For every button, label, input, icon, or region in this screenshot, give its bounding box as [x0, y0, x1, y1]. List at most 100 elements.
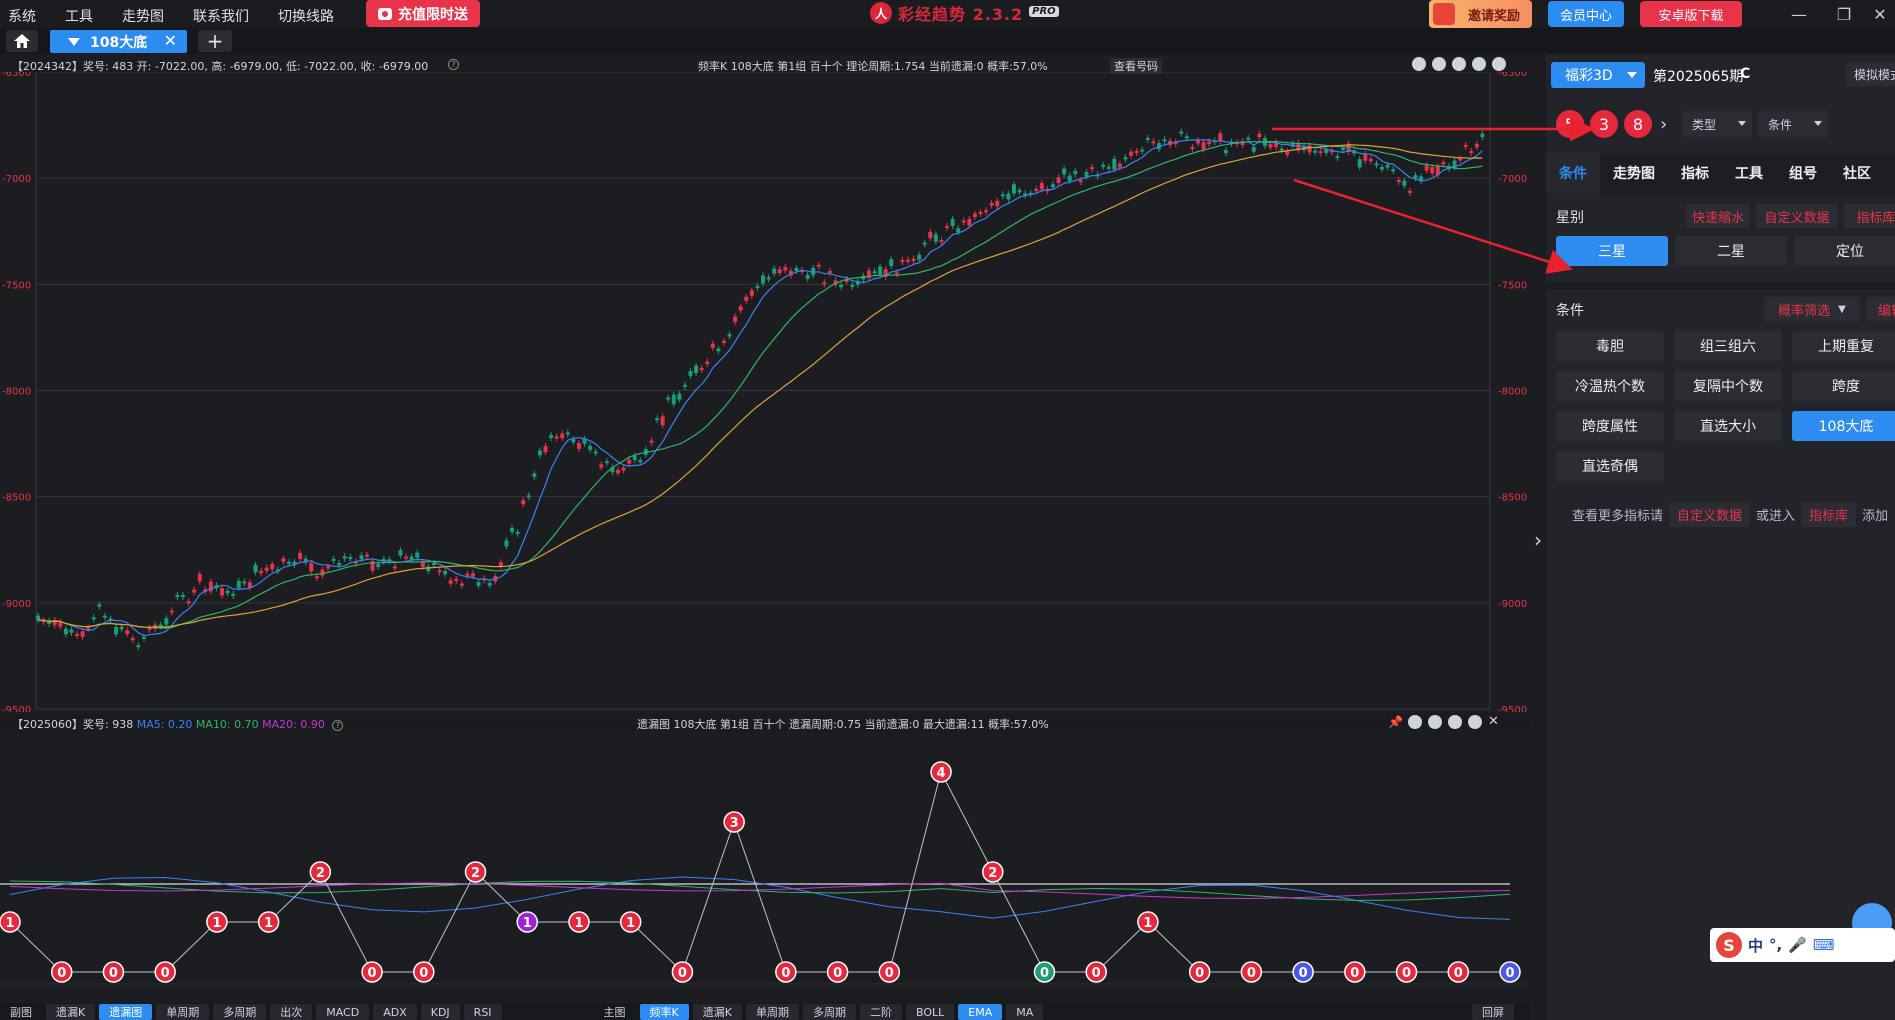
lottery-select[interactable]: 福彩3D [1551, 62, 1645, 88]
up-icon[interactable] [1452, 57, 1466, 71]
sim-mode-button[interactable]: 模拟模式 [1846, 62, 1895, 86]
invite-button[interactable]: 邀请奖励 [1429, 0, 1532, 28]
menu-tools[interactable]: 工具 [63, 4, 106, 26]
cond-option[interactable]: 直选大小 [1674, 411, 1782, 441]
pin-icon[interactable]: 📌 [1388, 715, 1403, 729]
android-download-button[interactable]: 安卓版下载 [1640, 1, 1742, 27]
bottom-tab-macd[interactable]: MACD [316, 1003, 370, 1020]
tab-condition[interactable]: 条件 [1546, 154, 1600, 194]
cond-option[interactable]: 直选奇偶 [1556, 451, 1664, 481]
bottom-tab-sub[interactable]: 副图 [0, 1004, 42, 1020]
lottery-label: 福彩3D [1565, 68, 1613, 84]
miss-point-label: 3 [730, 816, 739, 831]
star-position-button[interactable]: 定位 [1794, 236, 1895, 266]
menu-contact[interactable]: 联系我们 [191, 4, 262, 26]
tab-indicator[interactable]: 指标 [1668, 154, 1722, 194]
bottom-tab-miss-k-main[interactable]: 遗漏K [692, 1003, 742, 1020]
indicator-lib-link[interactable]: 指标库 [1844, 204, 1895, 228]
bottom-tab-miss-k[interactable]: 遗漏K [46, 1003, 96, 1020]
cond-option[interactable]: 跨度属性 [1556, 411, 1664, 441]
help-icon[interactable]: ? [332, 719, 344, 731]
bottom-tab-kdj[interactable]: KDJ [420, 1003, 460, 1020]
compass-icon[interactable] [1412, 57, 1426, 71]
close-tab-icon[interactable]: ✕ [164, 31, 177, 50]
quick-shrink-link[interactable]: 快速缩水 [1686, 204, 1750, 228]
bottom-tab-rsi[interactable]: RSI [463, 1003, 502, 1020]
minimize-panel-icon[interactable] [1432, 57, 1446, 71]
candle-body [705, 361, 710, 365]
condition-select[interactable]: 条件 [1758, 111, 1828, 137]
cond-option-108[interactable]: 108大底 [1792, 411, 1895, 441]
bottom-tab-second[interactable]: 二阶 [859, 1003, 902, 1020]
tab-108[interactable]: 108大底 ✕ [50, 30, 187, 53]
cond-option[interactable]: 毒胆 [1556, 331, 1664, 361]
custom-data-link[interactable]: 自定义数据 [1756, 204, 1838, 228]
ime-toolbar[interactable]: S 中 °, 🎤 ⌨ [1710, 928, 1895, 962]
k-line-chart[interactable]: -6500 -6500 -7000 -7000 -7500 -7500 -8000 -8000… [0, 72, 1530, 712]
cond-option[interactable]: 跨度 [1792, 371, 1895, 401]
minimize-button[interactable]: — [1779, 2, 1819, 26]
collapse-panel-icon[interactable]: › [1530, 525, 1546, 555]
candle-body [749, 290, 754, 296]
candle-body [655, 418, 660, 421]
close-panel-icon[interactable]: ✕ [1488, 715, 1502, 729]
candle-body [677, 393, 682, 400]
bottom-tab-ma[interactable]: MA [1006, 1003, 1044, 1020]
miss-point-label: 0 [1505, 966, 1514, 981]
indicator-lib-link[interactable]: 指标库 [1801, 502, 1857, 527]
miss-point: 4 [930, 761, 952, 783]
minimize-panel-icon[interactable] [1408, 715, 1422, 729]
restore-button[interactable]: ❐ [1824, 2, 1864, 26]
bottom-tab-miss-chart[interactable]: 遗漏图 [99, 1003, 153, 1020]
recharge-button[interactable]: 充值限时送 [366, 0, 480, 27]
home-button[interactable] [6, 30, 38, 52]
bottom-tab-boll[interactable]: BOLL [905, 1003, 955, 1020]
panel-tabs: 条件 走势图 指标 工具 组号 社区 [1546, 154, 1895, 194]
settings-icon[interactable] [1492, 57, 1506, 71]
cond-option[interactable]: 复隔中个数 [1674, 371, 1782, 401]
candle-body [192, 589, 197, 593]
bottom-tab-adx[interactable]: ADX [373, 1003, 417, 1020]
bottom-tab-single-main[interactable]: 单周期 [745, 1003, 799, 1020]
ma20-value: MA20: 0.90 [262, 718, 325, 731]
app-logo: 人 [870, 2, 892, 24]
star-two-button[interactable]: 二星 [1675, 236, 1787, 266]
bottom-tab-ema[interactable]: EMA [958, 1003, 1003, 1020]
bottom-tab-count[interactable]: 出次 [270, 1003, 313, 1020]
back-screen-button[interactable]: 回屏 [1472, 1003, 1514, 1020]
tab-group[interactable]: 组号 [1776, 154, 1830, 194]
candle-body [443, 570, 448, 575]
vip-center-button[interactable]: 会员中心 [1548, 1, 1624, 27]
add-tab-button[interactable]: + [198, 29, 232, 53]
down-icon[interactable] [1472, 57, 1486, 71]
edit-link[interactable]: 编辑 [1866, 297, 1895, 321]
prob-filter-select[interactable]: 概率筛选 ▼ [1764, 297, 1860, 321]
menu-system[interactable]: 系统 [6, 4, 49, 26]
refresh-icon[interactable]: C [1740, 66, 1750, 82]
settings-icon[interactable] [1468, 715, 1482, 729]
up-icon[interactable] [1428, 715, 1442, 729]
bottom-tab-single[interactable]: 单周期 [156, 1003, 210, 1020]
bottom-tab-multi[interactable]: 多周期 [213, 1003, 267, 1020]
cond-option[interactable]: 上期重复 [1792, 331, 1895, 361]
close-window-button[interactable]: ✕ [1860, 2, 1895, 26]
menu-trend[interactable]: 走势图 [120, 4, 177, 26]
tab-tools[interactable]: 工具 [1722, 154, 1776, 194]
cond-option[interactable]: 组三组六 [1674, 331, 1782, 361]
miss-chart[interactable]: 1 0 0 0 1 1 2 0 0 2 1 1 1 0 3 0 0 0 4 2 0 0 1 0 0 0 0 0 0 0 [0, 732, 1530, 1002]
tab-community[interactable]: 社区 [1830, 154, 1884, 194]
help-icon[interactable]: ? [448, 59, 459, 70]
type-select[interactable]: 类型 [1682, 111, 1752, 137]
custom-data-link[interactable]: 自定义数据 [1669, 502, 1751, 527]
bottom-tab-multi-main[interactable]: 多周期 [802, 1003, 856, 1020]
bottom-tab-freq-k[interactable]: 频率K [639, 1003, 689, 1020]
chevron-right-icon[interactable]: › [1660, 114, 1667, 135]
candle-body [1201, 142, 1206, 150]
down-icon[interactable] [1448, 715, 1462, 729]
menu-switch-line[interactable]: 切换线路 [276, 4, 347, 26]
star-three-button[interactable]: 三星 [1556, 236, 1668, 266]
cond-option[interactable]: 冷温热个数 [1556, 371, 1664, 401]
tab-trend[interactable]: 走势图 [1600, 154, 1668, 194]
candle-body [342, 556, 347, 559]
bottom-tab-main[interactable]: 主图 [594, 1004, 636, 1020]
